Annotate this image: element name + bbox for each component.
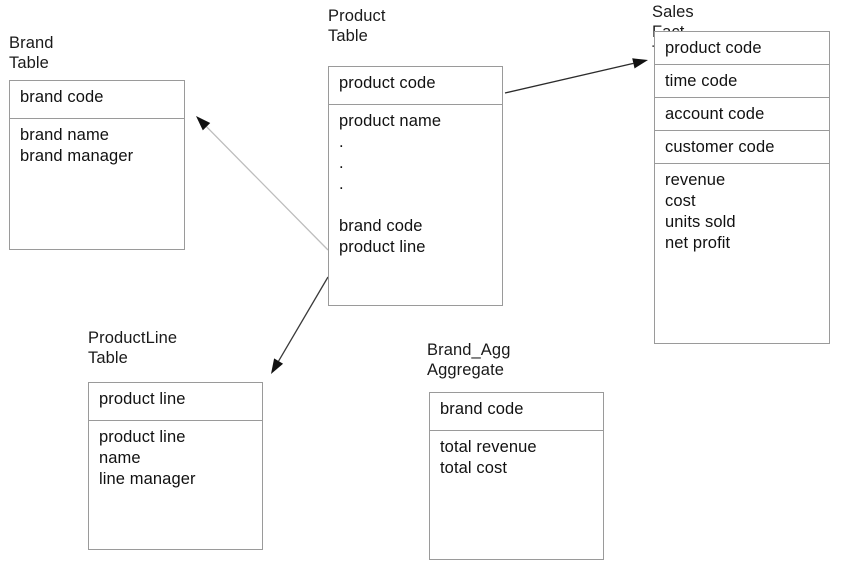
field-sales_fact-0-0: product code (665, 39, 762, 57)
field-brand-0-0: brand code (20, 88, 104, 106)
field-productline-1-0: product line (99, 428, 186, 446)
connector-product-to-sales-fact[interactable] (504, 58, 648, 94)
entity-section-sales_fact-3: customer code (655, 131, 829, 164)
entity-box-productline[interactable]: product line product line name line manager (88, 382, 263, 550)
entity-box-brand_agg[interactable]: brand code total revenue total cost (429, 392, 604, 560)
field-spacer (339, 195, 493, 216)
arrowhead-icon-product-to-sales-fact (632, 58, 648, 69)
arrowhead-icon-product-to-productline (271, 358, 284, 374)
connector-line-product-to-productline (278, 276, 329, 362)
field-product-1-0: product name (339, 112, 442, 130)
field-brand-1-0: brand name (20, 126, 110, 144)
entity-section-sales_fact-0: product code (655, 32, 829, 65)
field-sales_fact-1-0: time code (665, 72, 738, 90)
field-brand_agg-1-0: total revenue (440, 438, 537, 456)
entity-section-brand_agg-0: brand code (430, 393, 603, 431)
entity-box-brand[interactable]: brand code brand name brand manager (9, 80, 185, 250)
field-product-1-6: product line (339, 238, 426, 256)
entity-section-productline-1: product line name line manager (89, 421, 262, 550)
entity-section-brand-1: brand name brand manager (10, 119, 184, 250)
entity-title-product: Product Table (328, 7, 386, 45)
entity-section-product-0: product code (329, 67, 502, 105)
field-product-1-2: . (339, 154, 344, 172)
entity-section-sales_fact-2: account code (655, 98, 829, 131)
field-brand_agg-1-1: total cost (440, 459, 508, 477)
field-productline-1-2: line manager (99, 470, 196, 488)
entity-section-sales_fact-1: time code (655, 65, 829, 98)
field-product-0-0: product code (339, 74, 436, 92)
entity-title-productline: ProductLine Table (88, 329, 178, 367)
entity-section-brand-0: brand code (10, 81, 184, 119)
entity-title-brand_agg: Brand_Agg Aggregate (427, 341, 511, 379)
field-sales_fact-4-2: units sold (665, 213, 736, 231)
entity-title-brand: Brand Table (9, 34, 54, 72)
entity-section-productline-0: product line (89, 383, 262, 421)
entity-section-sales_fact-4: revenue cost units sold net profit (655, 164, 829, 344)
field-sales_fact-4-0: revenue (665, 171, 726, 189)
field-productline-0-0: product line (99, 390, 186, 408)
field-product-1-1: . (339, 133, 344, 151)
field-brand_agg-0-0: brand code (440, 400, 524, 418)
connector-line-product-to-brand (206, 126, 329, 251)
entity-section-product-1: product name... brand code product line (329, 105, 502, 306)
connector-product-to-brand[interactable] (196, 116, 329, 251)
erd-diagram-canvas: Brand Table brand code brand name brand man… (0, 0, 842, 572)
arrowhead-icon-product-to-brand (196, 116, 211, 131)
field-sales_fact-4-3: net profit (665, 234, 731, 252)
entity-box-product[interactable]: product code product name... brand code pr… (328, 66, 503, 306)
field-sales_fact-3-0: customer code (665, 138, 775, 156)
field-product-1-5: brand code (339, 217, 423, 235)
entity-section-brand_agg-1: total revenue total cost (430, 431, 603, 560)
connector-product-to-productline[interactable] (271, 276, 329, 374)
field-brand-1-1: brand manager (20, 147, 134, 165)
connector-line-product-to-sales-fact (504, 62, 634, 94)
field-productline-1-1: name (99, 449, 141, 467)
field-sales_fact-2-0: account code (665, 105, 765, 123)
field-product-1-3: . (339, 175, 344, 193)
entity-box-sales_fact[interactable]: product code time code account code custome… (654, 31, 830, 344)
field-sales_fact-4-1: cost (665, 192, 696, 210)
